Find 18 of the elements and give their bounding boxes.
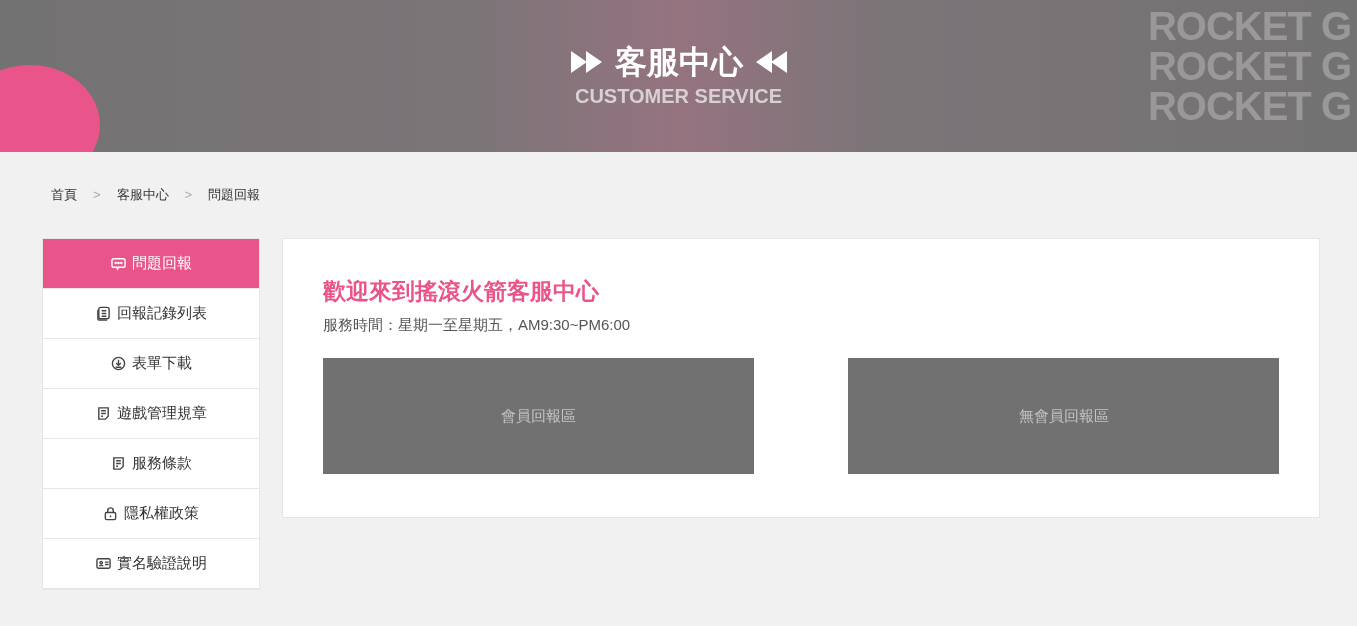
document-stack-icon bbox=[95, 306, 111, 321]
chat-bubble-icon bbox=[110, 256, 126, 271]
fast-forward-icon bbox=[570, 51, 603, 73]
service-hours: 服務時間：星期一至星期五，AM9:30~PM6:00 bbox=[323, 314, 632, 335]
id-card-icon bbox=[95, 556, 111, 571]
lock-icon bbox=[103, 506, 118, 521]
breadcrumb-link[interactable]: 首頁 bbox=[51, 185, 77, 205]
banner-title: 客服中心 bbox=[614, 46, 743, 78]
breadcrumb-link[interactable]: 客服中心 bbox=[116, 185, 169, 205]
rewind-icon bbox=[754, 51, 787, 73]
breadcrumb-link[interactable]: 問題回報 bbox=[208, 185, 261, 205]
download-icon bbox=[110, 356, 126, 371]
document-icon bbox=[110, 456, 126, 471]
banner-subtitle: CUSTOMER SERVICE bbox=[574, 86, 783, 106]
welcome-heading: 歡迎來到搖滾火箭客服中心 bbox=[323, 277, 600, 306]
document-icon bbox=[95, 406, 111, 421]
breadcrumb-separator: > bbox=[184, 186, 193, 205]
breadcrumb-separator: > bbox=[93, 186, 101, 205]
